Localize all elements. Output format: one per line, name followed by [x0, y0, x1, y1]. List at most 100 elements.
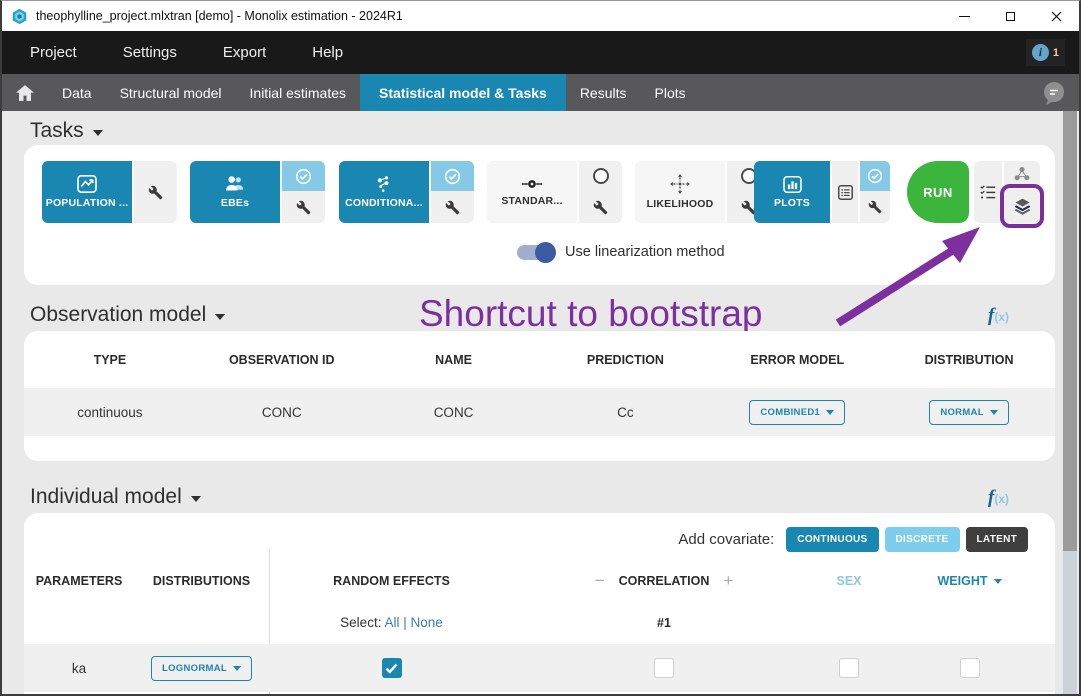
wrench-icon [445, 200, 460, 215]
tab-structural-model[interactable]: Structural model [106, 74, 236, 111]
task-plots-list-button[interactable] [832, 161, 858, 223]
observation-formula-button[interactable]: f (x) [988, 305, 1009, 327]
task-conditional-distribution: CONDITIONA... [339, 161, 474, 223]
error-model-dropdown[interactable]: COMBINED1 [749, 400, 845, 425]
scrollbar-thumb[interactable] [1063, 111, 1077, 551]
run-button[interactable]: RUN [907, 161, 969, 223]
cluster-icon [1013, 166, 1031, 182]
task-standard-errors-checkbox[interactable] [579, 161, 622, 191]
add-latent-covariate-button[interactable]: LATENT [966, 527, 1029, 552]
task-standard-errors-button[interactable]: STANDAR... [487, 161, 577, 223]
col-random-effects: RANDOM EFFECTS [269, 574, 514, 588]
select-links: Select: All | None [269, 615, 514, 630]
task-standard-errors: STANDAR... [487, 161, 622, 223]
task-plots-checkbox[interactable] [860, 161, 890, 191]
task-conditional-checkbox[interactable] [431, 161, 474, 191]
task-likelihood: LIKELIHOOD [635, 161, 770, 223]
parameter-row-ka: ka LOGNORMAL [24, 644, 1055, 692]
circle-unchecked-icon [593, 168, 609, 184]
menu-settings[interactable]: Settings [123, 44, 177, 61]
title-bar: theophylline_project.mlxtran [demo] - Mo… [2, 1, 1079, 31]
task-ebes-checkbox[interactable] [282, 161, 325, 191]
sex-covariate-checkbox[interactable] [839, 658, 859, 678]
tasks-section-header: Tasks [30, 119, 103, 143]
toggle-knob [535, 242, 556, 263]
col-type: TYPE [24, 353, 196, 367]
add-discrete-covariate-button[interactable]: DISCRETE [885, 527, 960, 552]
tab-results[interactable]: Results [566, 74, 641, 111]
correlation-checkbox[interactable] [654, 658, 674, 678]
task-checklist-button[interactable] [974, 161, 1002, 223]
weight-covariate-checkbox[interactable] [960, 658, 980, 678]
col-distribution: DISTRIBUTION [883, 353, 1055, 367]
random-effects-checkbox[interactable] [382, 658, 402, 678]
model-building-button[interactable] [1004, 161, 1040, 187]
linearization-toggle[interactable] [517, 245, 554, 260]
task-plots-button[interactable]: PLOTS [754, 161, 830, 223]
parameter-distribution-dropdown[interactable]: LOGNORMAL [151, 656, 252, 681]
select-none-link[interactable]: None [411, 615, 443, 630]
close-button[interactable] [1033, 1, 1079, 31]
task-conditional-settings[interactable] [431, 191, 474, 223]
menu-project[interactable]: Project [30, 44, 77, 61]
bootstrap-button[interactable] [1004, 189, 1040, 223]
col-observation-id: OBSERVATION ID [196, 353, 368, 367]
tab-data[interactable]: Data [48, 74, 106, 111]
notifications-button[interactable]: i 1 [1026, 39, 1065, 66]
task-ebes-button[interactable]: EBEs [190, 161, 280, 223]
vertical-scrollbar [1063, 111, 1077, 694]
chevron-down-icon[interactable] [93, 130, 103, 136]
task-plots: PLOTS [754, 161, 890, 223]
task-population-settings[interactable] [134, 161, 177, 223]
check-circle-icon [867, 168, 883, 184]
task-population-button[interactable]: POPULATION ... [42, 161, 132, 223]
tasks-section-title: Tasks [30, 119, 84, 143]
tab-plots[interactable]: Plots [641, 74, 700, 111]
col-error-model: ERROR MODEL [711, 353, 883, 367]
distribution-dropdown[interactable]: NORMAL [929, 400, 1009, 425]
close-icon [1051, 11, 1062, 22]
scatter-branch-icon [374, 175, 394, 193]
chevron-down-icon[interactable] [191, 496, 201, 502]
tab-initial-estimates[interactable]: Initial estimates [236, 74, 360, 111]
tab-statistical-model-tasks[interactable]: Statistical model & Tasks [360, 74, 566, 111]
add-correlation-button[interactable]: + [723, 571, 733, 591]
task-label: CONDITIONA... [345, 197, 423, 209]
col-correlation: − CORRELATION + [514, 571, 814, 591]
task-conditional-button[interactable]: CONDITIONA... [339, 161, 429, 223]
task-ebes: EBEs [190, 161, 325, 223]
info-icon: i [1032, 44, 1049, 61]
task-standard-errors-settings[interactable] [579, 191, 622, 223]
caret-down-icon [990, 410, 998, 415]
add-covariate-row: Add covariate: CONTINUOUS DISCRETE LATEN… [678, 527, 1028, 552]
window-title: theophylline_project.mlxtran [demo] - Mo… [36, 9, 403, 23]
remove-correlation-button[interactable]: − [595, 571, 605, 591]
task-likelihood-button[interactable]: LIKELIHOOD [635, 161, 725, 223]
monolix-logo-icon [11, 8, 28, 25]
maximize-button[interactable] [987, 1, 1033, 31]
home-button[interactable] [2, 74, 48, 111]
cell-parameter: ka [24, 661, 134, 676]
col-distributions: DISTRIBUTIONS [134, 574, 269, 588]
minimize-icon [959, 16, 970, 17]
task-label: POPULATION ... [46, 197, 129, 209]
home-icon [16, 85, 34, 101]
menu-help[interactable]: Help [312, 44, 343, 61]
app-window: theophylline_project.mlxtran [demo] - Mo… [0, 0, 1081, 696]
task-population-parameters: POPULATION ... [42, 161, 177, 223]
individual-formula-button[interactable]: f (x) [988, 487, 1009, 509]
feedback-button[interactable] [1041, 80, 1067, 111]
chevron-down-icon[interactable] [215, 314, 225, 320]
task-ebes-settings[interactable] [282, 191, 325, 223]
select-all-link[interactable]: All [384, 615, 399, 630]
task-label: EBEs [221, 197, 249, 209]
add-continuous-covariate-button[interactable]: CONTINUOUS [786, 527, 878, 552]
task-standard-errors-side [579, 161, 622, 223]
minimize-button[interactable] [941, 1, 987, 31]
col-weight-dropdown[interactable]: WEIGHT [884, 574, 1055, 588]
line-chart-icon [77, 175, 97, 193]
linearization-row: Use linearization method [517, 244, 725, 260]
menu-export[interactable]: Export [223, 44, 266, 61]
bar-chart-icon [783, 176, 802, 193]
check-icon [385, 663, 398, 674]
